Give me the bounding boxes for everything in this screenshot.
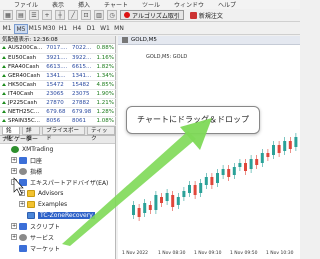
drag-arrow-overlay xyxy=(13,118,212,246)
cursor-arrow-icon xyxy=(13,177,24,196)
drag-arrow-icon xyxy=(62,131,196,246)
